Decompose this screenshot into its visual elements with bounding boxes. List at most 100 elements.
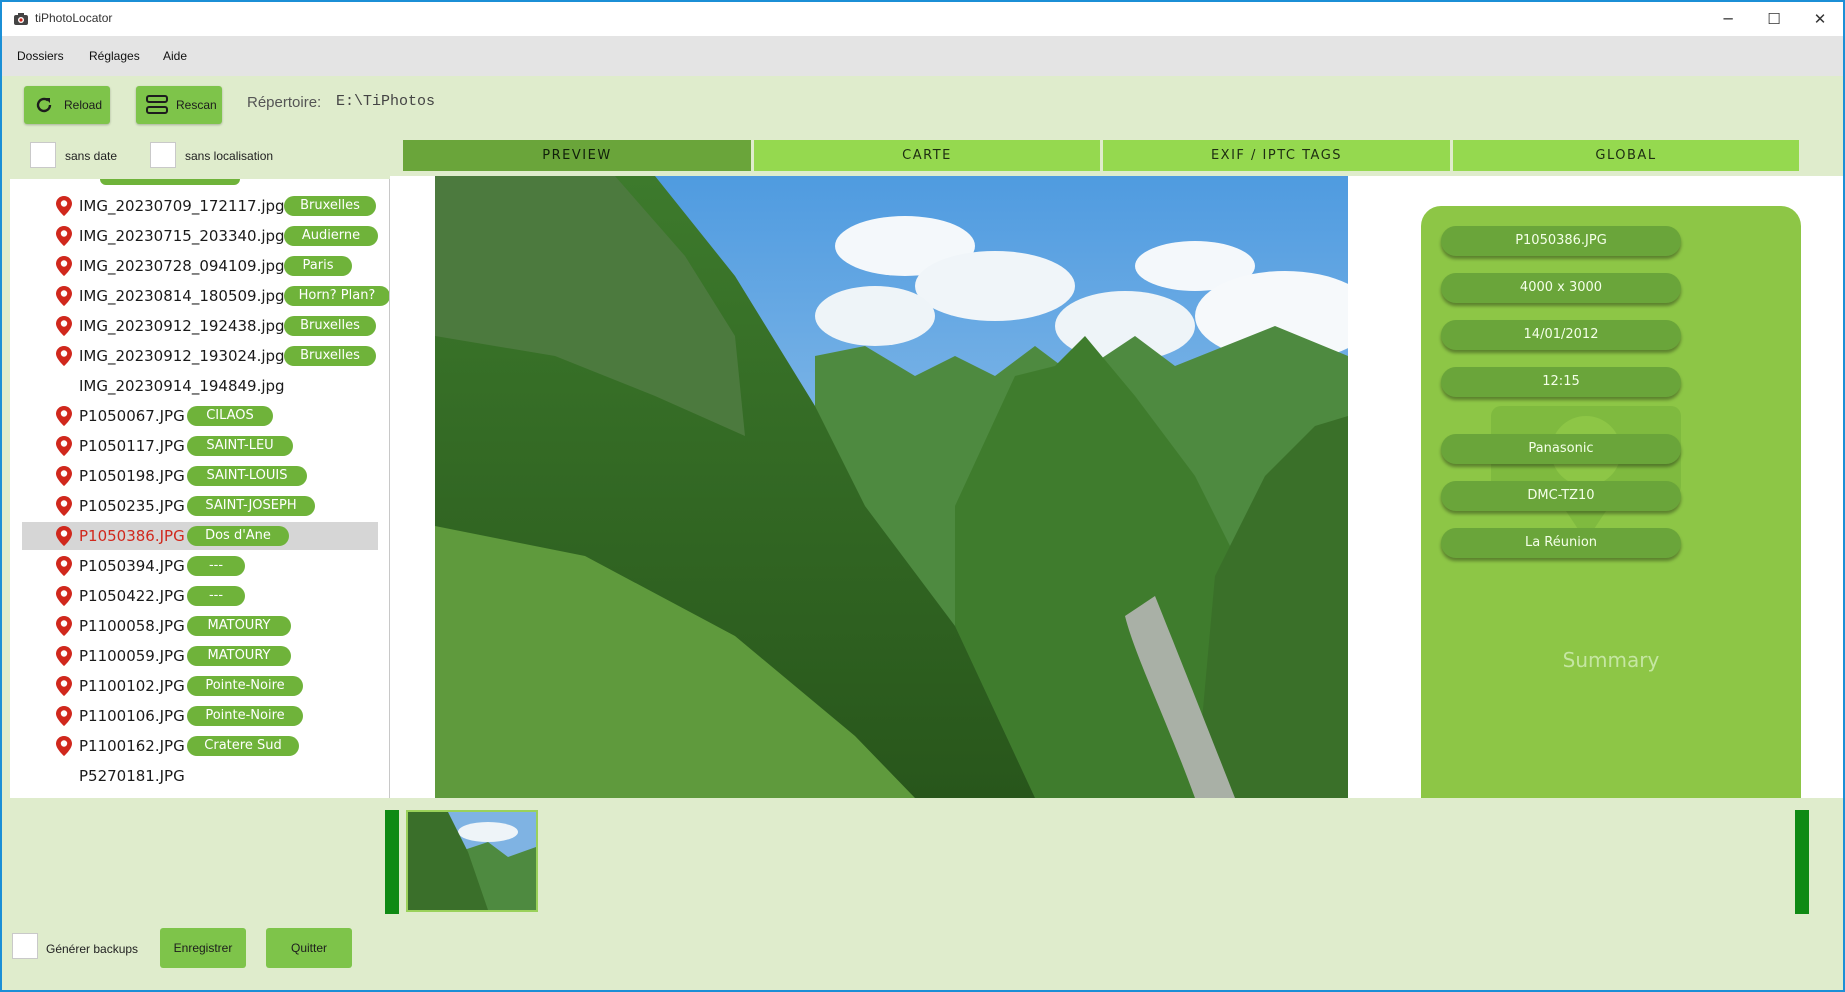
file-name: IMG_20230709_172117.jpg [79,197,285,215]
reload-button[interactable]: Reload [24,86,110,124]
directory-path: E:\TiPhotos [336,93,436,110]
location-pin-icon [56,436,72,456]
file-list-item[interactable]: P1050235.JPG SAINT-JOSEPH [22,492,378,520]
tab-exif-iptc[interactable]: EXIF / IPTC TAGS [1103,140,1450,171]
location-tag: MATOURY [187,646,291,666]
file-list-item[interactable]: P5270181.JPG [22,762,378,790]
file-list-item[interactable]: P1050198.JPG SAINT-LOUIS [22,462,378,490]
location-tag: Bruxelles [284,316,376,336]
directory-label: Répertoire: [247,94,322,111]
file-list-item[interactable]: IMG_20230715_203340.jpg Audierne [22,222,378,250]
file-list-item[interactable]: P1100058.JPG MATOURY [22,612,378,640]
location-tag: SAINT-LEU [187,436,293,456]
location-pin-icon [56,466,72,486]
thumbnail[interactable] [406,810,538,912]
file-name: P1050422.JPG [79,587,185,605]
location-pin-icon [56,316,72,336]
app-window: tiPhotoLocator ─ ☐ ✕ Dossiers Réglages A… [0,0,1845,992]
summary-date: 14/01/2012 [1441,320,1681,350]
location-tag: Bruxelles [284,196,376,216]
file-name: P1050386.JPG [79,527,185,545]
file-list-item[interactable]: IMG_20230728_094109.jpg Paris [22,252,378,280]
location-tag: Audierne [284,226,378,246]
summary-location: La Réunion [1441,528,1681,558]
file-list-item[interactable]: IMG_20230709_172117.jpg Bruxelles [22,192,378,220]
file-name: P1050198.JPG [79,467,185,485]
location-pin-icon [56,616,72,636]
file-list[interactable]: IMG_20230709_172117.jpg Bruxelles IMG_2023… [10,179,390,799]
save-button[interactable]: Enregistrer [160,928,246,968]
close-button[interactable]: ✕ [1797,2,1843,36]
file-list-item[interactable]: P1100162.JPG Cratere Sud [22,732,378,760]
menu-aide[interactable]: Aide [163,49,187,63]
file-list-item[interactable]: P1050422.JPG --- [22,582,378,610]
file-name: P1050235.JPG [79,497,185,515]
summary-camera-model: DMC-TZ10 [1441,481,1681,511]
no-location-checkbox[interactable] [150,142,176,168]
file-name: IMG_20230715_203340.jpg [79,227,285,245]
file-name: IMG_20230814_180509.jpg [79,287,285,305]
location-tag: MATOURY [187,616,291,636]
file-name: IMG_20230728_094109.jpg [79,257,285,275]
backup-checkbox[interactable] [12,933,38,959]
tab-preview[interactable]: PREVIEW [403,140,751,171]
tab-global[interactable]: GLOBAL [1453,140,1799,171]
location-pin-icon [56,556,72,576]
location-tag: Pointe-Noire [187,676,303,696]
photo-preview [435,176,1348,798]
quit-button[interactable]: Quitter [266,928,352,968]
location-tag: Dos d'Ane [187,526,289,546]
no-date-checkbox[interactable] [30,142,56,168]
file-name: IMG_20230912_192438.jpg [79,317,285,335]
location-pin-icon [56,736,72,756]
summary-camera-make: Panasonic [1441,434,1681,464]
location-pin-icon [56,526,72,546]
list-scroll-remnant [100,179,240,185]
maximize-button[interactable]: ☐ [1751,2,1797,36]
file-list-item[interactable]: P1100059.JPG MATOURY [22,642,378,670]
title-bar: tiPhotoLocator ─ ☐ ✕ [2,2,1843,36]
file-name: IMG_20230912_193024.jpg [79,347,285,365]
file-name: P1050117.JPG [79,437,185,455]
location-tag: Horn? Plan? [284,286,389,306]
file-name: P1100106.JPG [79,707,185,725]
location-tag: --- [187,586,245,606]
file-list-item[interactable]: IMG_20230912_192438.jpg Bruxelles [22,312,378,340]
file-list-item[interactable]: P1050386.JPG Dos d'Ane [22,522,378,550]
file-list-item[interactable]: P1100106.JPG Pointe-Noire [22,702,378,730]
file-list-item[interactable]: IMG_20230814_180509.jpg Horn? Plan? [22,282,389,310]
file-list-item[interactable]: P1100102.JPG Pointe-Noire [22,672,378,700]
file-list-item[interactable]: P1050394.JPG --- [22,552,378,580]
file-name: P1050067.JPG [79,407,185,425]
tab-carte[interactable]: CARTE [754,140,1100,171]
rescan-button[interactable]: Rescan [136,86,222,124]
location-tag: Bruxelles [284,346,376,366]
file-list-item[interactable]: P1050117.JPG SAINT-LEU [22,432,378,460]
file-name: IMG_20230914_194849.jpg [79,377,285,395]
menu-reglages[interactable]: Réglages [89,49,140,63]
location-pin-icon [56,346,72,366]
location-tag: Paris [284,256,352,276]
location-tag: SAINT-LOUIS [187,466,307,486]
location-pin-icon [56,646,72,666]
reload-label: Reload [64,98,103,112]
thumb-scroll-left[interactable] [385,810,399,914]
summary-title: Summary [1562,648,1660,672]
file-name: P1100162.JPG [79,737,185,755]
summary-dimensions: 4000 x 3000 [1441,273,1681,303]
window-title: tiPhotoLocator [35,11,113,25]
camera-watermark-icon [1491,406,1681,541]
location-pin-icon [56,256,72,276]
file-name: P1050394.JPG [79,557,185,575]
location-pin-icon [56,706,72,726]
rescan-label: Rescan [176,98,217,112]
file-list-item[interactable]: P1050067.JPG CILAOS [22,402,378,430]
location-tag: CILAOS [187,406,273,426]
menu-bar: Dossiers Réglages Aide [2,36,1843,76]
file-list-item[interactable]: IMG_20230914_194849.jpg [22,372,378,400]
minimize-button[interactable]: ─ [1705,2,1751,36]
file-list-item[interactable]: IMG_20230912_193024.jpg Bruxelles [22,342,378,370]
menu-dossiers[interactable]: Dossiers [17,49,64,63]
location-tag: SAINT-JOSEPH [187,496,315,516]
thumb-scroll-right[interactable] [1795,810,1809,914]
